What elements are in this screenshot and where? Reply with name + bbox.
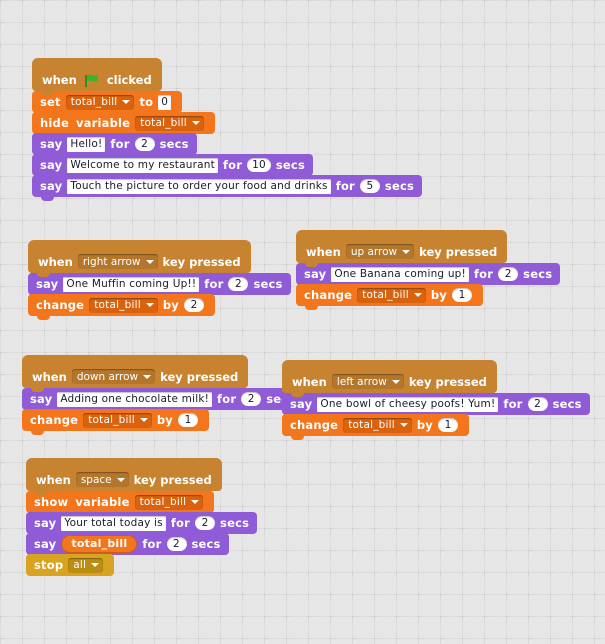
say-for-secs-block[interactable]: say One bowl of cheesy poofs! Yum! for 2… bbox=[282, 393, 590, 419]
variable-dropdown[interactable]: total_bill bbox=[83, 412, 152, 428]
change-amount-input[interactable]: 1 bbox=[178, 413, 199, 427]
variable-dropdown[interactable]: total_bill bbox=[357, 287, 426, 303]
space-key-script[interactable]: when space key pressed show variable tot… bbox=[26, 458, 258, 576]
chevron-down-icon bbox=[143, 374, 152, 379]
say-secs-input[interactable]: 2 bbox=[228, 277, 249, 291]
say-secs-input[interactable]: 2 bbox=[527, 397, 548, 411]
chevron-down-icon bbox=[139, 418, 148, 422]
change-amount-input[interactable]: 1 bbox=[452, 288, 473, 302]
say-secs-input[interactable]: 2 bbox=[241, 392, 262, 406]
when-key-pressed-block[interactable]: when space key pressed bbox=[26, 458, 222, 495]
when-flag-clicked-block[interactable]: when clicked bbox=[32, 58, 162, 95]
say-for-secs-block[interactable]: say Welcome to my restaurant for 10 secs bbox=[32, 154, 313, 180]
change-amount-input[interactable]: 1 bbox=[438, 418, 459, 432]
key-dropdown[interactable]: down arrow bbox=[71, 369, 156, 384]
chevron-down-icon bbox=[402, 249, 411, 254]
when-key-pressed-block[interactable]: when up arrow key pressed bbox=[296, 230, 508, 267]
chevron-down-icon bbox=[91, 563, 100, 567]
say-message-input[interactable]: Welcome to my restaurant bbox=[67, 157, 218, 173]
say-message-input[interactable]: One bowl of cheesy poofs! Yum! bbox=[317, 396, 499, 412]
say-for-secs-block[interactable]: say One Banana coming up! for 2 secs bbox=[296, 263, 561, 289]
say-for-secs-block[interactable]: say Adding one chocolate milk! for 2 sec… bbox=[22, 388, 304, 414]
chevron-down-icon bbox=[191, 500, 200, 504]
variable-reporter[interactable]: total_bill bbox=[61, 535, 138, 553]
say-secs-input[interactable]: 2 bbox=[195, 516, 216, 530]
say-secs-input[interactable]: 2 bbox=[166, 537, 187, 551]
say-secs-input[interactable]: 2 bbox=[134, 137, 155, 151]
chevron-down-icon bbox=[391, 379, 400, 384]
green-flag-script[interactable]: when clicked set total_bill to 0 hide va… bbox=[32, 58, 423, 201]
say-secs-input[interactable]: 10 bbox=[247, 158, 271, 172]
change-variable-block[interactable]: change total_bill by 1 bbox=[22, 409, 210, 435]
hide-variable-block[interactable]: hide variable total_bill bbox=[32, 112, 215, 138]
up-arrow-script[interactable]: when up arrow key pressed say One Banana… bbox=[296, 230, 561, 310]
variable-dropdown[interactable]: total_bill bbox=[89, 297, 158, 313]
chevron-down-icon bbox=[191, 121, 200, 125]
set-variable-block[interactable]: set total_bill to 0 bbox=[32, 91, 183, 117]
stop-block[interactable]: stop all bbox=[26, 554, 115, 576]
change-variable-block[interactable]: change total_bill by 1 bbox=[282, 414, 470, 440]
say-for-secs-block[interactable]: say Hello! for 2 secs bbox=[32, 133, 197, 159]
green-flag-icon bbox=[84, 74, 100, 88]
set-value-input[interactable]: 0 bbox=[158, 94, 172, 110]
say-message-input[interactable]: Touch the picture to order your food and… bbox=[67, 178, 331, 194]
change-amount-input[interactable]: 2 bbox=[184, 298, 205, 312]
say-secs-input[interactable]: 2 bbox=[498, 267, 519, 281]
variable-dropdown[interactable]: total_bill bbox=[134, 494, 204, 510]
stop-option-dropdown[interactable]: all bbox=[68, 557, 104, 573]
change-variable-block[interactable]: change total_bill by 2 bbox=[28, 294, 216, 320]
when-key-pressed-block[interactable]: when down arrow key pressed bbox=[22, 355, 249, 392]
say-message-input[interactable]: One Banana coming up! bbox=[331, 266, 469, 282]
say-message-input[interactable]: Your total today is bbox=[61, 515, 166, 531]
variable-dropdown[interactable]: total_bill bbox=[343, 417, 412, 433]
left-arrow-script[interactable]: when left arrow key pressed say One bowl… bbox=[282, 360, 590, 440]
when-key-pressed-block[interactable]: when right arrow key pressed bbox=[28, 240, 251, 277]
key-dropdown[interactable]: up arrow bbox=[345, 244, 415, 259]
down-arrow-script[interactable]: when down arrow key pressed say Adding o… bbox=[22, 355, 304, 435]
show-variable-block[interactable]: show variable total_bill bbox=[26, 491, 215, 517]
chevron-down-icon bbox=[116, 477, 125, 482]
chevron-down-icon bbox=[122, 100, 131, 104]
say-message-input[interactable]: One Muffin coming Up!! bbox=[63, 276, 200, 292]
say-for-secs-block[interactable]: say Your total today is for 2 secs bbox=[26, 512, 258, 538]
say-for-secs-block[interactable]: say One Muffin coming Up!! for 2 secs bbox=[28, 273, 291, 299]
chevron-down-icon bbox=[145, 303, 154, 307]
chevron-down-icon bbox=[145, 259, 154, 264]
right-arrow-script[interactable]: when right arrow key pressed say One Muf… bbox=[28, 240, 291, 320]
key-dropdown[interactable]: space bbox=[75, 472, 129, 487]
variable-dropdown[interactable]: total_bill bbox=[65, 94, 135, 110]
say-reporter-for-secs-block[interactable]: say total_bill for 2 secs bbox=[26, 533, 229, 559]
chevron-down-icon bbox=[399, 423, 408, 427]
say-secs-input[interactable]: 5 bbox=[359, 179, 380, 193]
chevron-down-icon bbox=[413, 293, 422, 297]
key-dropdown[interactable]: left arrow bbox=[331, 374, 404, 389]
say-for-secs-block[interactable]: say Touch the picture to order your food… bbox=[32, 175, 423, 201]
change-variable-block[interactable]: change total_bill by 1 bbox=[296, 284, 484, 310]
when-key-pressed-block[interactable]: when left arrow key pressed bbox=[282, 360, 497, 397]
say-message-input[interactable]: Adding one chocolate milk! bbox=[57, 391, 213, 407]
say-message-input[interactable]: Hello! bbox=[67, 136, 106, 152]
key-dropdown[interactable]: right arrow bbox=[77, 254, 158, 269]
variable-dropdown[interactable]: total_bill bbox=[135, 115, 204, 131]
